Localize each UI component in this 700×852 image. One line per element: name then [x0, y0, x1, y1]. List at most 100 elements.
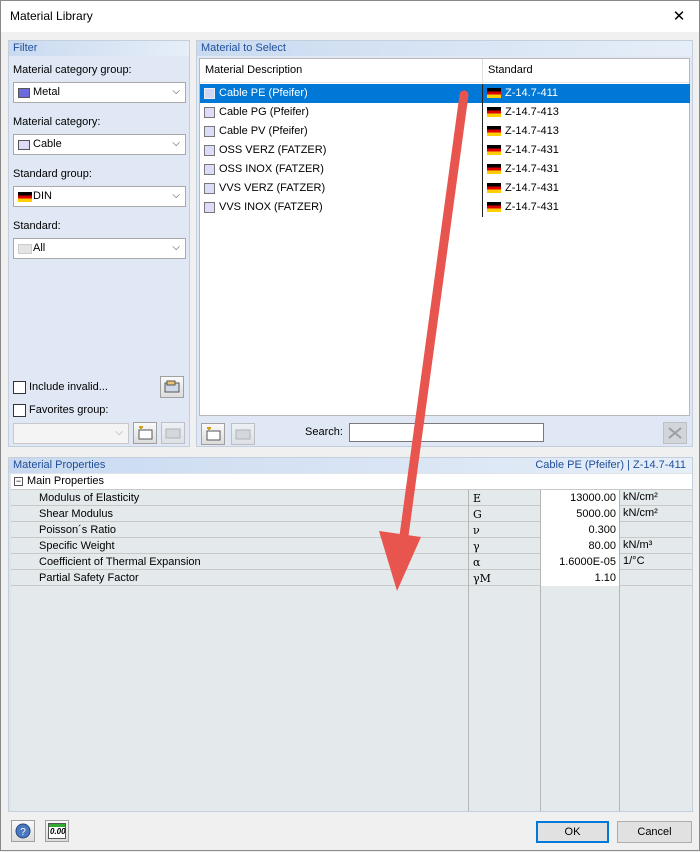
material-standard: Z-14.7-411 [505, 87, 558, 99]
filter-panel-title: Filter [9, 41, 189, 56]
column-divider [540, 490, 541, 811]
include-invalid-checkbox[interactable] [13, 381, 26, 394]
collapse-icon[interactable]: − [14, 477, 23, 486]
property-symbol: γM [473, 572, 491, 585]
material-standard: Z-14.7-413 [505, 125, 559, 137]
new-material-icon [206, 427, 221, 441]
property-value[interactable]: 1.6000E-05 [559, 556, 616, 568]
property-symbol: γ [473, 540, 480, 553]
standard-group-select[interactable]: DIN ⌵ [13, 186, 186, 207]
property-value[interactable]: 13000.00 [570, 492, 616, 504]
close-icon[interactable]: ✕ [659, 1, 699, 32]
category-label: Material category: [13, 116, 101, 128]
clear-search-button[interactable] [663, 422, 687, 444]
new-material-button[interactable] [201, 423, 225, 445]
material-row[interactable]: OSS INOX (FATZER) Z-14.7-431 [200, 160, 690, 179]
material-standard: Z-14.7-431 [505, 182, 559, 194]
property-value[interactable]: 5000.00 [576, 508, 616, 520]
material-row[interactable]: Cable PE (Pfeifer) Z-14.7-411 [200, 84, 690, 103]
main-properties-group[interactable]: − Main Properties [11, 474, 692, 490]
chevron-down-icon: ⌵ [115, 427, 123, 438]
material-description: Cable PE (Pfeifer) [219, 87, 308, 99]
cancel-button[interactable]: Cancel [617, 821, 692, 843]
units-button[interactable]: 0.00 [45, 820, 69, 842]
material-description: VVS VERZ (FATZER) [219, 182, 326, 194]
category-group-value: Metal [33, 86, 60, 98]
selection-separator: | [627, 459, 630, 471]
material-select-title: Material to Select [197, 41, 692, 56]
material-row[interactable]: VVS VERZ (FATZER) Z-14.7-431 [200, 179, 690, 198]
all-standards-icon [18, 244, 32, 254]
material-swatch-icon [204, 88, 215, 99]
column-divider [482, 141, 483, 160]
material-row[interactable]: VVS INOX (FATZER) Z-14.7-431 [200, 198, 690, 217]
new-favorites-icon [138, 426, 153, 440]
edit-filter-button[interactable] [160, 376, 184, 398]
property-symbol: α [473, 556, 481, 569]
column-divider [482, 84, 483, 103]
category-group-select[interactable]: Metal ⌵ [13, 82, 186, 103]
material-description: OSS INOX (FATZER) [219, 163, 324, 175]
edit-material-button[interactable] [231, 423, 255, 445]
list-header: Material Description Standard [200, 59, 689, 83]
column-divider [468, 490, 469, 811]
col-description-header[interactable]: Material Description [205, 64, 302, 76]
material-swatch-icon [204, 183, 215, 194]
material-select-panel: Material to Select Material Description … [196, 40, 693, 447]
material-list[interactable]: Material Description Standard Cable PE (… [199, 58, 690, 416]
chevron-down-icon: ⌵ [172, 138, 180, 149]
edit-favorites-icon [165, 428, 181, 439]
german-flag-icon [487, 145, 501, 155]
category-select[interactable]: Cable ⌵ [13, 134, 186, 155]
col-standard-header[interactable]: Standard [488, 64, 533, 76]
property-value[interactable]: 0.300 [588, 524, 616, 536]
property-value[interactable]: 80.00 [588, 540, 616, 552]
cable-swatch-icon [18, 140, 30, 150]
units-icon: 0.00 [48, 823, 66, 839]
german-flag-icon [487, 107, 501, 117]
standard-select[interactable]: All ⌵ [13, 238, 186, 259]
property-name: Modulus of Elasticity [39, 492, 140, 504]
property-name: Shear Modulus [39, 508, 113, 520]
material-swatch-icon [204, 145, 215, 156]
material-row[interactable]: Cable PV (Pfeifer) Z-14.7-413 [200, 122, 690, 141]
property-value[interactable]: 1.10 [595, 572, 616, 584]
units-icon-text: 0.00 [50, 827, 66, 836]
favorites-group-label: Favorites group: [29, 404, 109, 416]
german-flag-icon [487, 183, 501, 193]
edit-favorites-button[interactable] [161, 422, 185, 444]
favorites-group-select[interactable]: ⌵ [13, 423, 129, 444]
property-row[interactable]: Shear Modulus G 5000.00 kN/cm² [11, 506, 692, 522]
material-row[interactable]: Cable PG (Pfeifer) Z-14.7-413 [200, 103, 690, 122]
clear-filter-icon [668, 427, 682, 439]
column-divider [619, 490, 620, 811]
ok-button[interactable]: OK [536, 821, 609, 843]
german-flag-icon [487, 202, 501, 212]
material-standard: Z-14.7-413 [505, 106, 559, 118]
standard-value: All [33, 242, 46, 254]
help-button[interactable]: ? [11, 820, 35, 842]
property-row[interactable]: Partial Safety Factor γM 1.10 [11, 570, 692, 586]
material-row[interactable]: OSS VERZ (FATZER) Z-14.7-431 [200, 141, 690, 160]
standard-label: Standard: [13, 220, 61, 232]
search-input[interactable] [349, 423, 544, 442]
property-row[interactable]: Modulus of Elasticity E 13000.00 kN/cm² [11, 490, 692, 506]
selected-material-standard: Z-14.7-411 [633, 459, 686, 471]
column-divider [482, 198, 483, 217]
new-favorites-button[interactable] [133, 422, 157, 444]
material-swatch-icon [204, 202, 215, 213]
german-flag-icon [487, 88, 501, 98]
column-divider [482, 160, 483, 179]
column-divider [482, 122, 483, 141]
group-label: Main Properties [27, 475, 105, 487]
property-row[interactable]: Specific Weight γ 80.00 kN/m³ [11, 538, 692, 554]
property-unit: kN/cm² [623, 507, 658, 519]
favorites-group-checkbox[interactable] [13, 404, 26, 417]
property-symbol: ν [473, 524, 480, 537]
property-row[interactable]: Coefficient of Thermal Expansion α 1.6000E… [11, 554, 692, 570]
property-row[interactable]: Poisson´s Ratio ν 0.300 [11, 522, 692, 538]
column-divider[interactable] [482, 59, 483, 83]
property-name: Specific Weight [39, 540, 115, 552]
property-unit: kN/cm² [623, 491, 658, 503]
properties-selection-info: Cable PE (Pfeifer) | Z-14.7-411 [535, 458, 686, 473]
